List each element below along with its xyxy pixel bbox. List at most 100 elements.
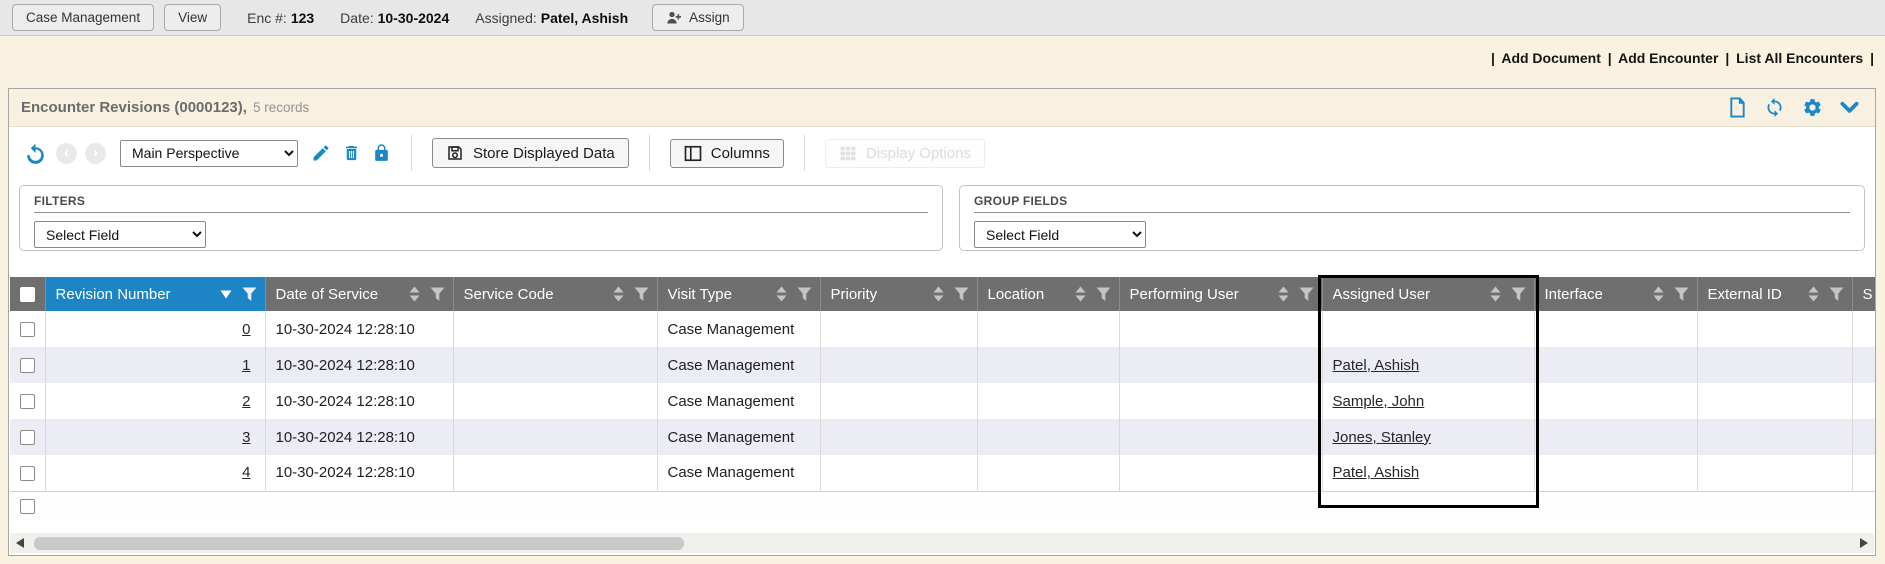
- column-header-select[interactable]: [10, 277, 45, 311]
- cell-date_of_service: 10-30-2024 12:28:10: [276, 357, 415, 374]
- assigned-value: Patel, Ashish: [541, 10, 628, 26]
- assigned-field: Assigned:Patel, Ashish: [475, 10, 628, 26]
- cell-visit_type: Case Management: [668, 464, 795, 481]
- row-select-checkbox[interactable]: [20, 394, 35, 409]
- cell-revision_number[interactable]: 1: [242, 357, 250, 374]
- column-header-date_of_service[interactable]: Date of Service: [265, 277, 453, 311]
- cell-visit_type: Case Management: [668, 321, 795, 338]
- filter-funnel-icon[interactable]: [1511, 287, 1526, 302]
- view-button[interactable]: View: [164, 4, 221, 31]
- filter-funnel-icon[interactable]: [430, 287, 445, 302]
- gear-icon[interactable]: [1802, 97, 1823, 118]
- case-management-button[interactable]: Case Management: [12, 4, 154, 31]
- column-header-revision_number[interactable]: Revision Number: [45, 277, 265, 311]
- cell-revision_number[interactable]: 2: [242, 393, 250, 410]
- column-header-visit_type[interactable]: Visit Type: [657, 277, 820, 311]
- encounter-revisions-panel: Encounter Revisions (0000123), 5 records…: [8, 88, 1876, 556]
- link-separator: |: [1725, 50, 1729, 66]
- filter-funnel-icon[interactable]: [1096, 287, 1111, 302]
- column-header-location[interactable]: Location: [977, 277, 1119, 311]
- cell-date_of_service: 10-30-2024 12:28:10: [276, 321, 415, 338]
- add-document-link[interactable]: Add Document: [1501, 50, 1601, 66]
- scroll-left-arrow-icon[interactable]: [16, 538, 24, 548]
- sort-icon[interactable]: [776, 286, 787, 302]
- column-header-external_id[interactable]: External ID: [1697, 277, 1852, 311]
- filters-field-select[interactable]: Select Field: [34, 221, 206, 248]
- lock-icon[interactable]: [372, 143, 391, 163]
- column-label: Service Code: [464, 286, 613, 303]
- undo-icon[interactable]: [23, 141, 48, 166]
- filter-funnel-icon[interactable]: [634, 287, 649, 302]
- sort-icon[interactable]: [1075, 286, 1086, 302]
- filter-funnel-icon[interactable]: [1674, 287, 1689, 302]
- sort-icon[interactable]: [409, 286, 420, 302]
- sort-icon[interactable]: [613, 286, 624, 302]
- cell-revision_number[interactable]: 4: [242, 464, 250, 481]
- cell-assigned_user[interactable]: Patel, Ashish: [1333, 357, 1420, 374]
- cell-assigned_user[interactable]: Sample, John: [1333, 393, 1425, 410]
- nav-back-icon[interactable]: ‹: [56, 143, 77, 164]
- sort-icon[interactable]: [1808, 286, 1819, 302]
- link-separator: |: [1870, 50, 1874, 66]
- cell-revision_number[interactable]: 0: [242, 321, 250, 338]
- record-count: 5 records: [253, 100, 309, 115]
- collapse-chevron-icon[interactable]: [1840, 101, 1859, 115]
- filter-funnel-icon[interactable]: [954, 287, 969, 302]
- column-label: Visit Type: [668, 286, 776, 303]
- cell-revision_number[interactable]: 3: [242, 429, 250, 446]
- cell-visit_type: Case Management: [668, 393, 795, 410]
- grid-container: Revision NumberDate of Service Service Co…: [9, 277, 1875, 521]
- column-label: Location: [988, 286, 1075, 303]
- list-all-encounters-link[interactable]: List All Encounters: [1736, 50, 1863, 66]
- column-header-interface[interactable]: Interface: [1534, 277, 1697, 311]
- cell-assigned_user[interactable]: Jones, Stanley: [1333, 429, 1431, 446]
- refresh-icon[interactable]: [1764, 97, 1785, 118]
- row-select-checkbox[interactable]: [20, 358, 35, 373]
- horizontal-scrollbar[interactable]: [10, 533, 1874, 553]
- select-all-checkbox[interactable]: [20, 287, 35, 302]
- columns-icon: [684, 145, 702, 162]
- column-header-assigned_user[interactable]: Assigned User: [1322, 277, 1534, 311]
- filter-funnel-icon[interactable]: [242, 287, 257, 302]
- scrollbar-thumb[interactable]: [34, 537, 684, 550]
- column-header-service_code[interactable]: Service Code: [453, 277, 657, 311]
- filters-box: FILTERS Select Field: [19, 185, 943, 251]
- row-select-checkbox[interactable]: [20, 322, 35, 337]
- enc-number-label: Enc #:: [247, 10, 287, 26]
- column-header-priority[interactable]: Priority: [820, 277, 977, 311]
- filter-funnel-icon[interactable]: [797, 287, 812, 302]
- columns-button[interactable]: Columns: [670, 139, 784, 168]
- date-label: Date:: [340, 10, 373, 26]
- filter-funnel-icon[interactable]: [1299, 287, 1314, 302]
- column-header-performing_user[interactable]: Performing User: [1119, 277, 1322, 311]
- new-document-icon[interactable]: [1728, 97, 1747, 118]
- add-encounter-link[interactable]: Add Encounter: [1618, 50, 1718, 66]
- cell-date_of_service: 10-30-2024 12:28:10: [276, 429, 415, 446]
- store-displayed-data-button[interactable]: Store Displayed Data: [432, 138, 629, 168]
- sort-icon[interactable]: [933, 286, 944, 302]
- toolbar-divider: [804, 135, 805, 171]
- column-label: Performing User: [1130, 286, 1278, 303]
- cell-date_of_service: 10-30-2024 12:28:10: [276, 393, 415, 410]
- sort-icon[interactable]: [1653, 286, 1664, 302]
- footer-select-checkbox[interactable]: [20, 499, 35, 514]
- perspective-select[interactable]: Main Perspective: [120, 140, 298, 167]
- perspective-toolbar: ‹ › Main Perspective Store Displayed Dat…: [9, 127, 1875, 179]
- nav-forward-icon[interactable]: ›: [85, 143, 106, 164]
- display-options-grid-icon: [839, 145, 857, 162]
- edit-pencil-icon[interactable]: [311, 143, 331, 163]
- row-select-checkbox[interactable]: [20, 430, 35, 445]
- quick-links: | Add Document | Add Encounter | List Al…: [1488, 50, 1877, 66]
- filter-funnel-icon[interactable]: [1829, 287, 1844, 302]
- delete-trash-icon[interactable]: [342, 143, 361, 163]
- sort-desc-icon[interactable]: [220, 290, 232, 299]
- row-select-checkbox[interactable]: [20, 466, 35, 481]
- group-fields-box: GROUP FIELDS Select Field: [959, 185, 1865, 251]
- sort-icon[interactable]: [1490, 286, 1501, 302]
- cell-assigned_user[interactable]: Patel, Ashish: [1333, 464, 1420, 481]
- group-fields-select[interactable]: Select Field: [974, 221, 1146, 248]
- scroll-right-arrow-icon[interactable]: [1860, 538, 1868, 548]
- sort-icon[interactable]: [1278, 286, 1289, 302]
- column-header-s_partial[interactable]: S: [1852, 277, 1875, 311]
- assign-button[interactable]: Assign: [652, 4, 744, 31]
